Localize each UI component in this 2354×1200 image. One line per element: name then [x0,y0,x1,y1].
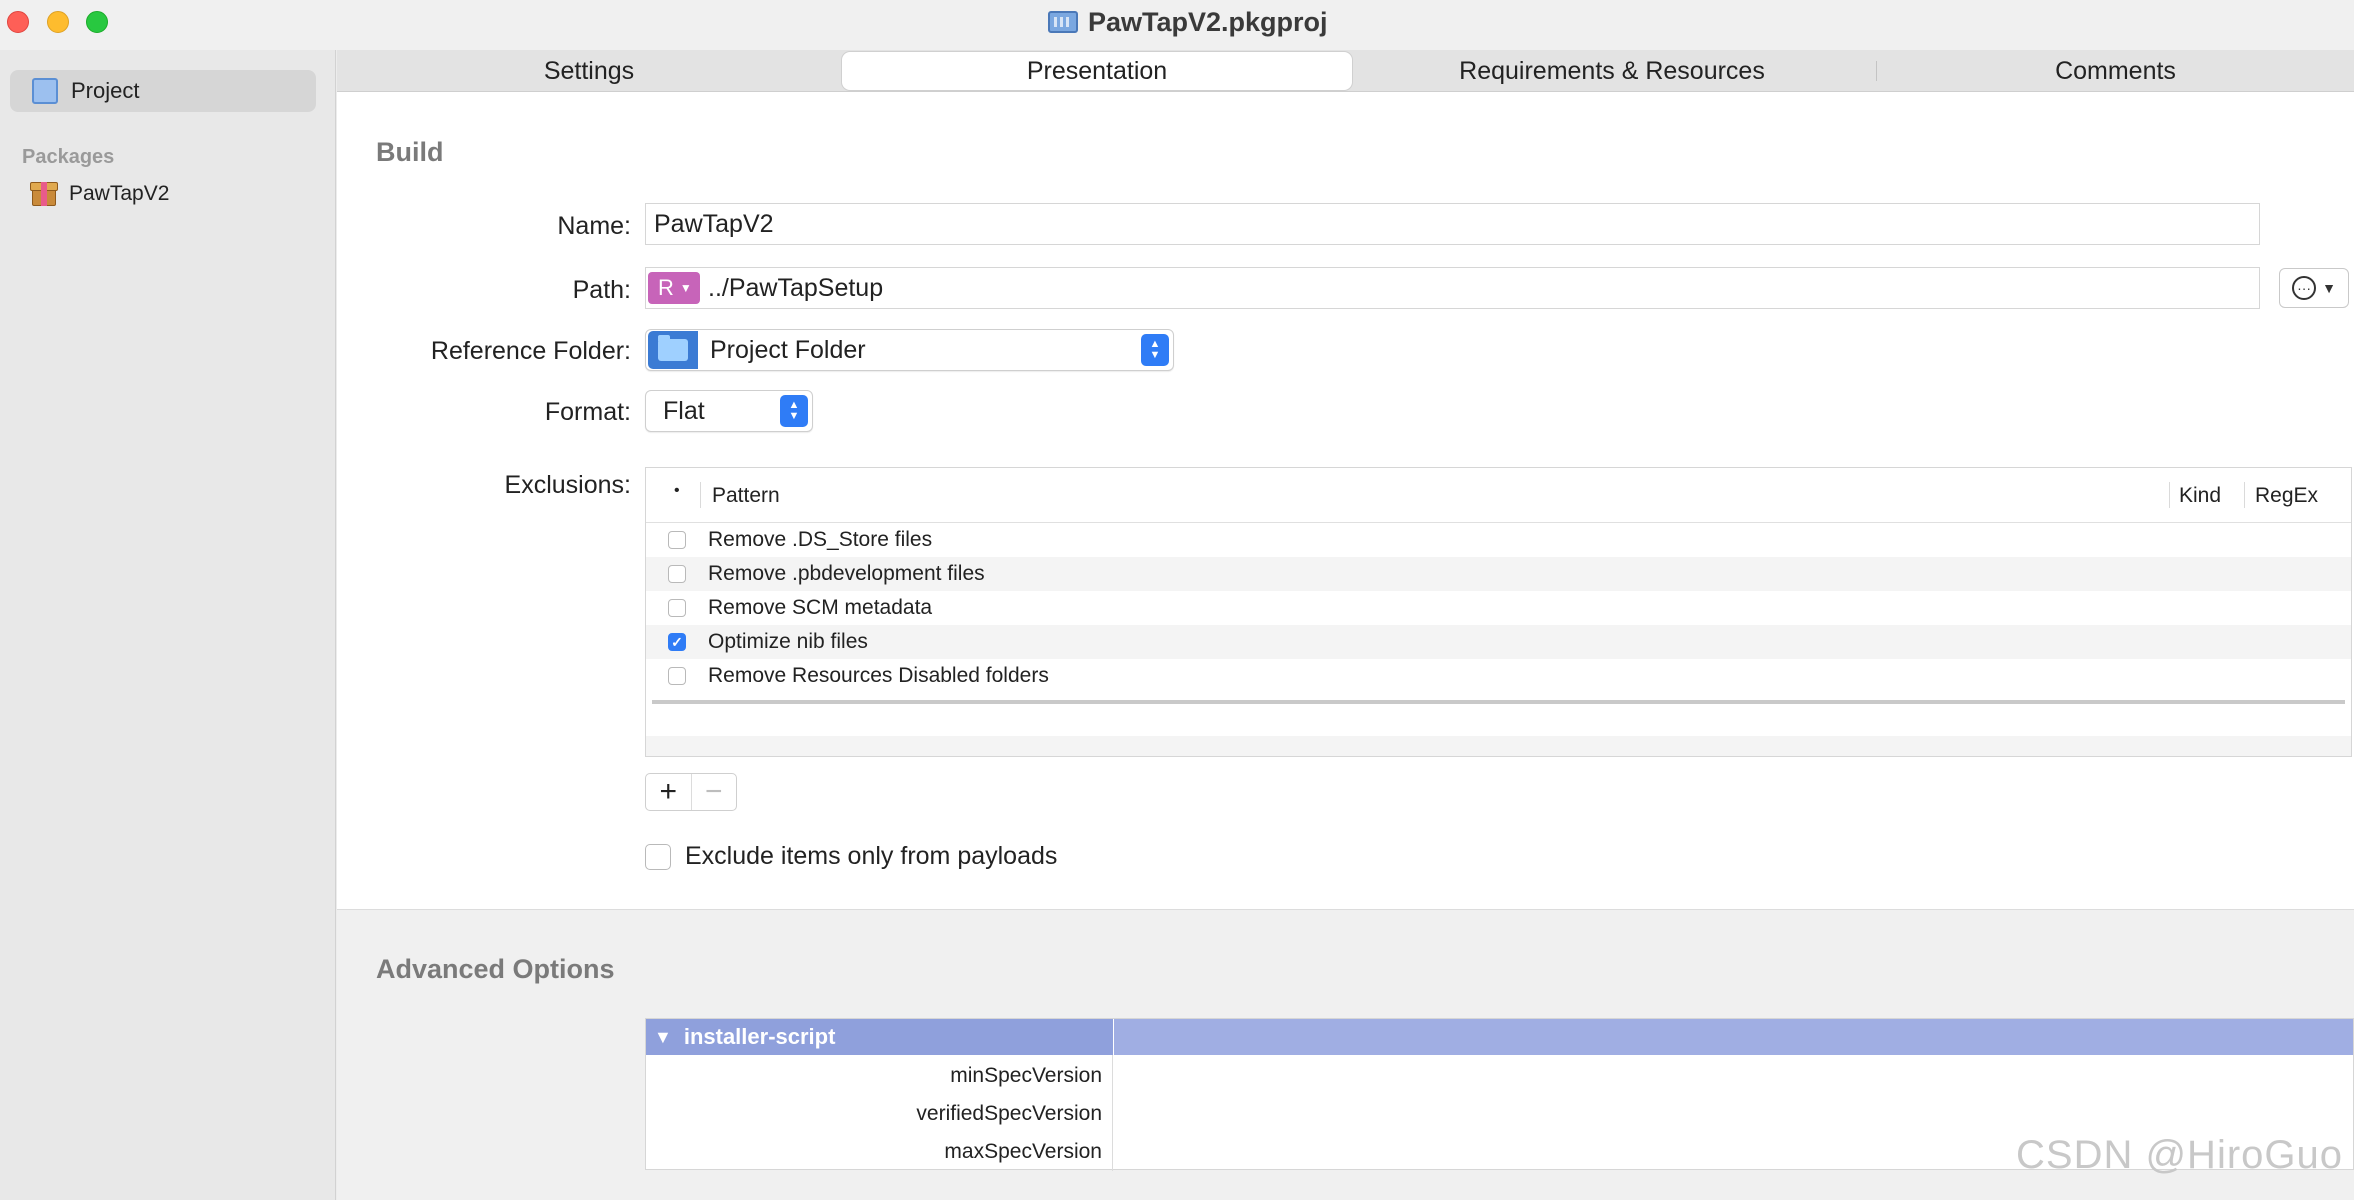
chevron-down-icon: ▼ [2322,280,2336,296]
exclusion-checkbox[interactable] [668,599,686,617]
path-field[interactable]: ../PawTapSetup [645,267,2260,309]
column-header-kind[interactable]: Kind [2179,484,2221,508]
installer-script-group-label[interactable]: ▼ installer-script [646,1019,1114,1055]
name-label: Name: [557,212,631,240]
installer-script-label: installer-script [683,1024,836,1049]
path-reference-type-button[interactable]: R ▼ [648,272,700,304]
table-row[interactable]: verifiedSpecVersion [646,1095,2353,1133]
exclusion-checkbox[interactable] [668,565,686,583]
exclusion-checkbox[interactable] [668,531,686,549]
exclusion-pattern: Remove SCM metadata [708,596,933,619]
column-separator [700,482,701,508]
sidebar-section-packages: Packages [22,146,115,168]
option-key: verifiedSpecVersion [916,1102,1102,1125]
exclusion-pattern: Remove .pbdevelopment files [708,562,985,585]
project-icon [32,78,58,104]
checkmark-icon: ✓ [671,633,683,650]
remove-exclusion-button[interactable]: − [692,774,737,810]
package-icon [30,180,58,208]
exclusion-pattern: Remove .DS_Store files [708,528,933,551]
table-row[interactable]: ✓ Optimize nib files [646,625,2351,659]
reference-folder-popup[interactable]: Project Folder ▲ ▼ [645,329,1174,371]
option-key: minSpecVersion [950,1064,1102,1087]
watermark: CSDN @HiroGuo [2016,1133,2344,1177]
table-row[interactable]: minSpecVersion [646,1057,2353,1095]
advanced-options-title: Advanced Options [376,954,615,984]
column-separator [2169,482,2170,508]
exclude-payloads-checkbox[interactable] [645,843,671,870]
title-bar: PawTapV2.pkgproj [0,0,2354,50]
column-header-enabled[interactable]: • [674,482,680,500]
tab-presentation[interactable]: Presentation [842,52,1352,90]
window-title: PawTapV2.pkgproj [1048,6,1328,37]
format-value: Flat [663,396,705,425]
column-header-pattern[interactable]: Pattern [712,484,780,508]
sidebar-item-package[interactable]: PawTapV2 [30,180,169,208]
column-header-regex[interactable]: RegEx [2255,484,2318,508]
sidebar: Project Packages PawTapV2 [0,50,336,1200]
chevron-down-icon: ▼ [679,281,692,295]
window-title-text: PawTapV2.pkgproj [1088,6,1328,37]
table-row[interactable]: Remove .DS_Store files [646,523,2351,557]
path-actions-button[interactable]: ··· ▼ [2279,268,2349,308]
exclusion-pattern: Remove Resources Disabled folders [708,664,1049,687]
exclude-payloads-label: Exclude items only from payloads [685,842,1058,870]
table-row[interactable]: Remove .pbdevelopment files [646,557,2351,591]
reference-folder-label: Reference Folder: [430,337,631,365]
path-reference-badge-label: R [658,275,674,300]
popup-stepper-icon: ▲ ▼ [1141,334,1169,366]
build-section-title: Build [376,137,444,167]
tab-settings-label: Settings [543,56,635,85]
exclusions-add-remove-control: + − [645,773,737,811]
minimize-window-button[interactable] [47,11,69,33]
exclusions-label: Exclusions: [504,471,631,499]
folder-icon [648,331,698,369]
popup-stepper-icon: ▲ ▼ [780,395,808,427]
exclusions-table: • Pattern Kind RegEx Remove .DS_Store fi… [645,467,2352,757]
tab-comments[interactable]: Comments [1877,50,2354,92]
column-separator [2244,482,2245,508]
ellipsis-circle-icon: ··· [2292,276,2317,300]
name-field[interactable]: PawTapV2 [645,203,2260,245]
tab-presentation-label: Presentation [1026,56,1168,85]
path-label: Path: [572,276,631,304]
tab-bar: Settings Presentation Requirements & Res… [337,50,2354,92]
exclusion-pattern: Optimize nib files [708,630,868,653]
tab-comments-label: Comments [2055,56,2176,85]
sidebar-item-project-label: Project [71,78,140,103]
table-row[interactable]: Remove SCM metadata [646,591,2351,625]
exclusions-table-header: • Pattern Kind RegEx [646,468,2351,523]
zoom-window-button[interactable] [86,11,108,33]
reference-folder-value: Project Folder [710,335,866,364]
name-field-value: PawTapV2 [654,209,774,238]
sidebar-item-package-label: PawTapV2 [69,182,170,205]
exclusion-checkbox[interactable] [668,667,686,685]
table-row[interactable]: Remove Resources Disabled folders [646,659,2351,693]
disclosure-triangle-icon[interactable]: ▼ [654,1027,672,1048]
add-exclusion-button[interactable]: + [646,774,692,810]
format-label: Format: [544,398,631,426]
option-key: maxSpecVersion [944,1140,1102,1163]
exclusion-checkbox-checked[interactable]: ✓ [668,633,686,651]
path-field-value: ../PawTapSetup [708,273,884,302]
project-document-icon [1048,11,1078,33]
table-row-empty [646,736,2351,756]
tab-requirements-resources-label: Requirements & Resources [1459,56,1765,85]
exclude-payloads-option[interactable]: Exclude items only from payloads [645,842,1057,871]
sidebar-item-project[interactable]: Project [10,70,316,112]
close-window-button[interactable] [7,11,29,33]
exclusions-divider [652,700,2345,704]
tab-settings[interactable]: Settings [337,50,841,92]
tab-requirements-resources[interactable]: Requirements & Resources [1357,50,1867,92]
format-popup[interactable]: Flat ▲ ▼ [645,390,813,432]
installer-script-group-row[interactable]: ▼ installer-script [646,1019,2353,1055]
